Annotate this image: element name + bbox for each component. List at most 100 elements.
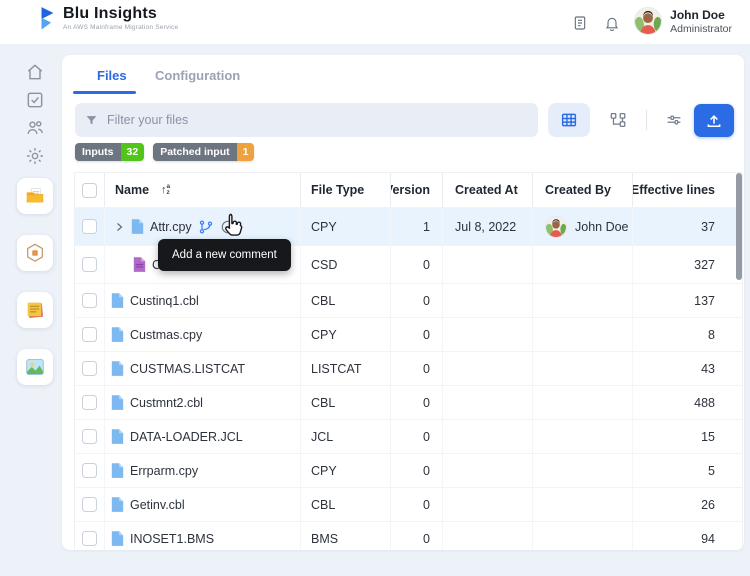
- row-checkbox[interactable]: [82, 463, 97, 478]
- badge-patched-input[interactable]: Patched input 1: [153, 143, 255, 161]
- effective-lines: 488: [694, 395, 715, 410]
- file-version: 0: [391, 522, 443, 550]
- table-row[interactable]: Custmas.cpy CPY 0 8: [75, 318, 742, 352]
- file-name: DATA-LOADER.JCL: [130, 429, 243, 444]
- file-type: CBL: [301, 488, 391, 521]
- file-icon: [131, 219, 144, 234]
- sidebar-item-notes[interactable]: [17, 292, 53, 328]
- table-row[interactable]: Errparm.cpy CPY 0 5: [75, 454, 742, 488]
- user-avatar: [634, 7, 663, 35]
- image-icon: [26, 359, 44, 375]
- file-name: Getinv.cbl: [130, 497, 185, 512]
- file-icon: [111, 531, 124, 546]
- creator-avatar: [545, 215, 567, 238]
- sidebar: [0, 45, 62, 576]
- table-row[interactable]: DATA-LOADER.JCL JCL 0 15: [75, 420, 742, 454]
- effective-lines: 43: [701, 361, 715, 376]
- column-header-created-at[interactable]: Created At: [443, 173, 533, 207]
- tooltip-add-comment: Add a new comment: [158, 239, 291, 271]
- row-checkbox[interactable]: [82, 361, 97, 376]
- tab-files[interactable]: Files: [97, 68, 127, 83]
- row-checkbox[interactable]: [82, 293, 97, 308]
- row-checkbox[interactable]: [82, 219, 97, 234]
- file-type: CPY: [301, 454, 391, 487]
- tab-configuration[interactable]: Configuration: [155, 68, 240, 83]
- sidebar-item-codebase[interactable]: [17, 178, 53, 214]
- bell-icon[interactable]: [604, 15, 620, 31]
- blu-insights-logo-icon: [41, 7, 54, 30]
- branch-icon[interactable]: [198, 219, 214, 235]
- file-type: BMS: [301, 522, 391, 550]
- table-row[interactable]: Custinq1.cbl CBL 0 137: [75, 284, 742, 318]
- expand-chevron-icon[interactable]: [113, 221, 125, 233]
- effective-lines: 94: [701, 531, 715, 546]
- table-scrollbar-thumb[interactable]: [736, 173, 742, 280]
- table-view-button[interactable]: [548, 103, 590, 137]
- tree-view-button[interactable]: [598, 103, 638, 137]
- upload-icon: [707, 114, 721, 127]
- files-panel: Files Configuration Inputs: [62, 55, 744, 550]
- file-icon: [111, 395, 124, 410]
- sidebar-item-packages[interactable]: [17, 235, 53, 271]
- notes-icon: [27, 302, 43, 318]
- file-icon: [111, 463, 124, 478]
- effective-lines: 137: [694, 293, 715, 308]
- settings-gear-icon[interactable]: [25, 146, 45, 166]
- effective-lines: 37: [701, 219, 715, 234]
- toolbar-divider: [646, 110, 647, 130]
- users-icon[interactable]: [25, 118, 45, 138]
- file-icon: [111, 497, 124, 512]
- column-header-file-type[interactable]: File Type: [301, 173, 391, 207]
- file-name: Custmas.cpy: [130, 327, 203, 342]
- file-version: 0: [391, 246, 443, 283]
- badge-inputs[interactable]: Inputs 32: [75, 143, 145, 161]
- file-name: CUSTMAS.LISTCAT: [130, 361, 246, 376]
- user-role: Administrator: [670, 22, 732, 35]
- home-icon[interactable]: [25, 62, 45, 82]
- tree-view-icon: [610, 112, 626, 128]
- file-version: 0: [391, 386, 443, 419]
- table-row[interactable]: Custmnt2.cbl CBL 0 488: [75, 386, 742, 420]
- journal-icon[interactable]: [572, 15, 588, 31]
- column-header-created-by[interactable]: Created By: [533, 173, 633, 207]
- file-version: 0: [391, 454, 443, 487]
- effective-lines: 8: [708, 327, 715, 342]
- file-type: CPY: [301, 318, 391, 351]
- file-icon: [111, 293, 124, 308]
- filter-badges: Inputs 32 Patched input 1: [75, 143, 255, 161]
- hexagon-package-icon: [27, 243, 43, 262]
- user-menu[interactable]: John Doe Administrator: [634, 7, 732, 35]
- file-name: Custinq1.cbl: [130, 293, 199, 308]
- row-checkbox[interactable]: [82, 497, 97, 512]
- add-comment-icon[interactable]: [220, 219, 236, 235]
- upload-files-button[interactable]: [694, 104, 734, 137]
- filter-input-wrap: [75, 103, 538, 137]
- row-checkbox[interactable]: [82, 327, 97, 342]
- tasks-icon[interactable]: [25, 90, 45, 110]
- sort-alpha-icon[interactable]: ↑ a z: [161, 183, 170, 197]
- badge-patched-count: 1: [236, 143, 255, 161]
- row-checkbox[interactable]: [82, 429, 97, 444]
- table-row[interactable]: Getinv.cbl CBL 0 26: [75, 488, 742, 522]
- column-header-name[interactable]: Name ↑ a z: [105, 173, 301, 207]
- sidebar-item-gallery[interactable]: [17, 349, 53, 385]
- row-checkbox[interactable]: [82, 257, 97, 272]
- filter-files-input[interactable]: [107, 113, 528, 127]
- file-type: CBL: [301, 386, 391, 419]
- tab-bar: Files Configuration: [62, 55, 744, 95]
- table-header-row: Name ↑az File Type Version Created At Cr…: [75, 173, 742, 208]
- user-name: John Doe: [670, 7, 725, 22]
- file-type: JCL: [301, 420, 391, 453]
- funnel-icon: [86, 115, 97, 124]
- row-checkbox[interactable]: [82, 531, 97, 546]
- column-header-version[interactable]: Version: [391, 173, 443, 207]
- effective-lines: 327: [694, 257, 715, 272]
- table-row[interactable]: CUSTMAS.LISTCAT LISTCAT 0 43: [75, 352, 742, 386]
- file-name: Errparm.cpy: [130, 463, 199, 478]
- brand-logo[interactable]: Blu Insights An AWS Mainframe Migration …: [36, 5, 178, 31]
- column-settings-button[interactable]: [654, 103, 694, 137]
- table-row[interactable]: INOSET1.BMS BMS 0 94: [75, 522, 742, 550]
- select-all-checkbox[interactable]: [82, 182, 97, 198]
- row-checkbox[interactable]: [82, 395, 97, 410]
- column-header-effective-lines[interactable]: Effective lines: [633, 173, 742, 207]
